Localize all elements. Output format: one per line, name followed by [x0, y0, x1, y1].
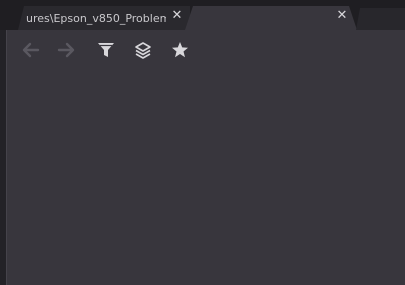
back-button[interactable]	[21, 40, 41, 60]
filter-button[interactable]	[96, 40, 116, 60]
star-icon	[172, 42, 188, 58]
main-panel	[6, 30, 405, 285]
close-icon[interactable]: ✕	[170, 9, 184, 23]
tab-label: ures\Epson_v850_Problem\	[26, 11, 166, 25]
new-tab-button[interactable]	[356, 8, 405, 30]
arrow-left-icon	[22, 42, 40, 58]
layers-button[interactable]	[133, 40, 153, 60]
layers-icon	[135, 42, 151, 59]
tab-active[interactable]: ✕	[185, 6, 357, 30]
filter-icon	[98, 43, 114, 57]
forward-button[interactable]	[56, 40, 76, 60]
bookmark-button[interactable]	[170, 40, 190, 60]
tab-epson-problem[interactable]: ures\Epson_v850_Problem\ ✕	[18, 6, 190, 30]
arrow-right-icon	[57, 42, 75, 58]
tab-bar: ures\Epson_v850_Problem\ ✕ ✕	[0, 0, 405, 30]
file-browser-window: ures\Epson_v850_Problem\ ✕ ✕	[0, 0, 405, 285]
close-icon[interactable]: ✕	[335, 9, 349, 23]
